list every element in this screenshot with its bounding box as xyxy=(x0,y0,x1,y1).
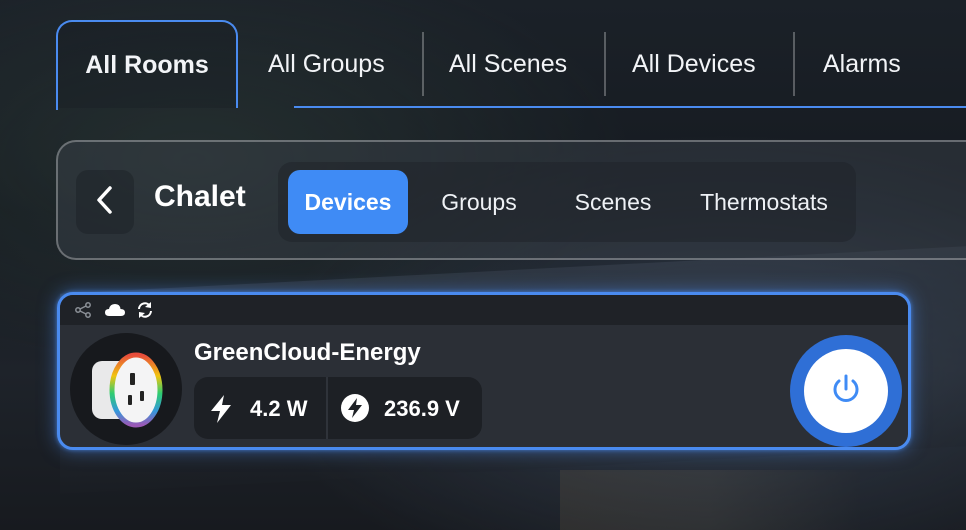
tab-separator xyxy=(422,32,424,96)
power-button-face xyxy=(804,349,888,433)
device-name: GreenCloud-Energy xyxy=(194,339,421,366)
tab-thermostats[interactable]: Thermostats xyxy=(684,170,844,234)
tab-alarms[interactable]: Alarms xyxy=(823,20,901,108)
device-card[interactable]: GreenCloud-Energy 4.2 W 236.9 V xyxy=(57,292,911,450)
voltage-reading: 236.9 V xyxy=(384,396,460,421)
power-toggle-button[interactable] xyxy=(790,335,902,447)
device-metrics: 4.2 W 236.9 V xyxy=(194,377,482,439)
power-icon xyxy=(829,372,863,411)
tab-devices[interactable]: Devices xyxy=(288,170,408,234)
metric-divider xyxy=(326,377,328,439)
tab-all-rooms[interactable]: All Rooms xyxy=(56,20,238,110)
device-image xyxy=(70,333,182,445)
tab-scenes[interactable]: Scenes xyxy=(558,170,668,234)
tab-separator xyxy=(793,32,795,96)
back-button[interactable] xyxy=(76,170,134,234)
power-reading: 4.2 W xyxy=(250,396,308,421)
room-nav-panel: Chalet Devices Groups Scenes Thermostats xyxy=(56,140,966,260)
device-status-bar xyxy=(60,295,908,325)
tab-groups[interactable]: Groups xyxy=(424,170,534,234)
room-sub-tabs: Devices Groups Scenes Thermostats xyxy=(278,162,856,242)
chevron-left-icon xyxy=(94,185,116,220)
room-title: Chalet xyxy=(154,180,246,213)
top-tab-bar: All Rooms All Groups All Scenes All Devi… xyxy=(56,20,966,110)
share-icon xyxy=(74,301,92,319)
tab-all-groups[interactable]: All Groups xyxy=(268,20,385,108)
tab-separator xyxy=(604,32,606,96)
lightning-icon xyxy=(208,394,234,429)
cloud-icon xyxy=(104,301,126,319)
tab-all-scenes[interactable]: All Scenes xyxy=(449,20,567,108)
voltage-icon xyxy=(340,393,370,428)
refresh-icon xyxy=(136,301,154,319)
tab-all-devices[interactable]: All Devices xyxy=(632,20,756,108)
